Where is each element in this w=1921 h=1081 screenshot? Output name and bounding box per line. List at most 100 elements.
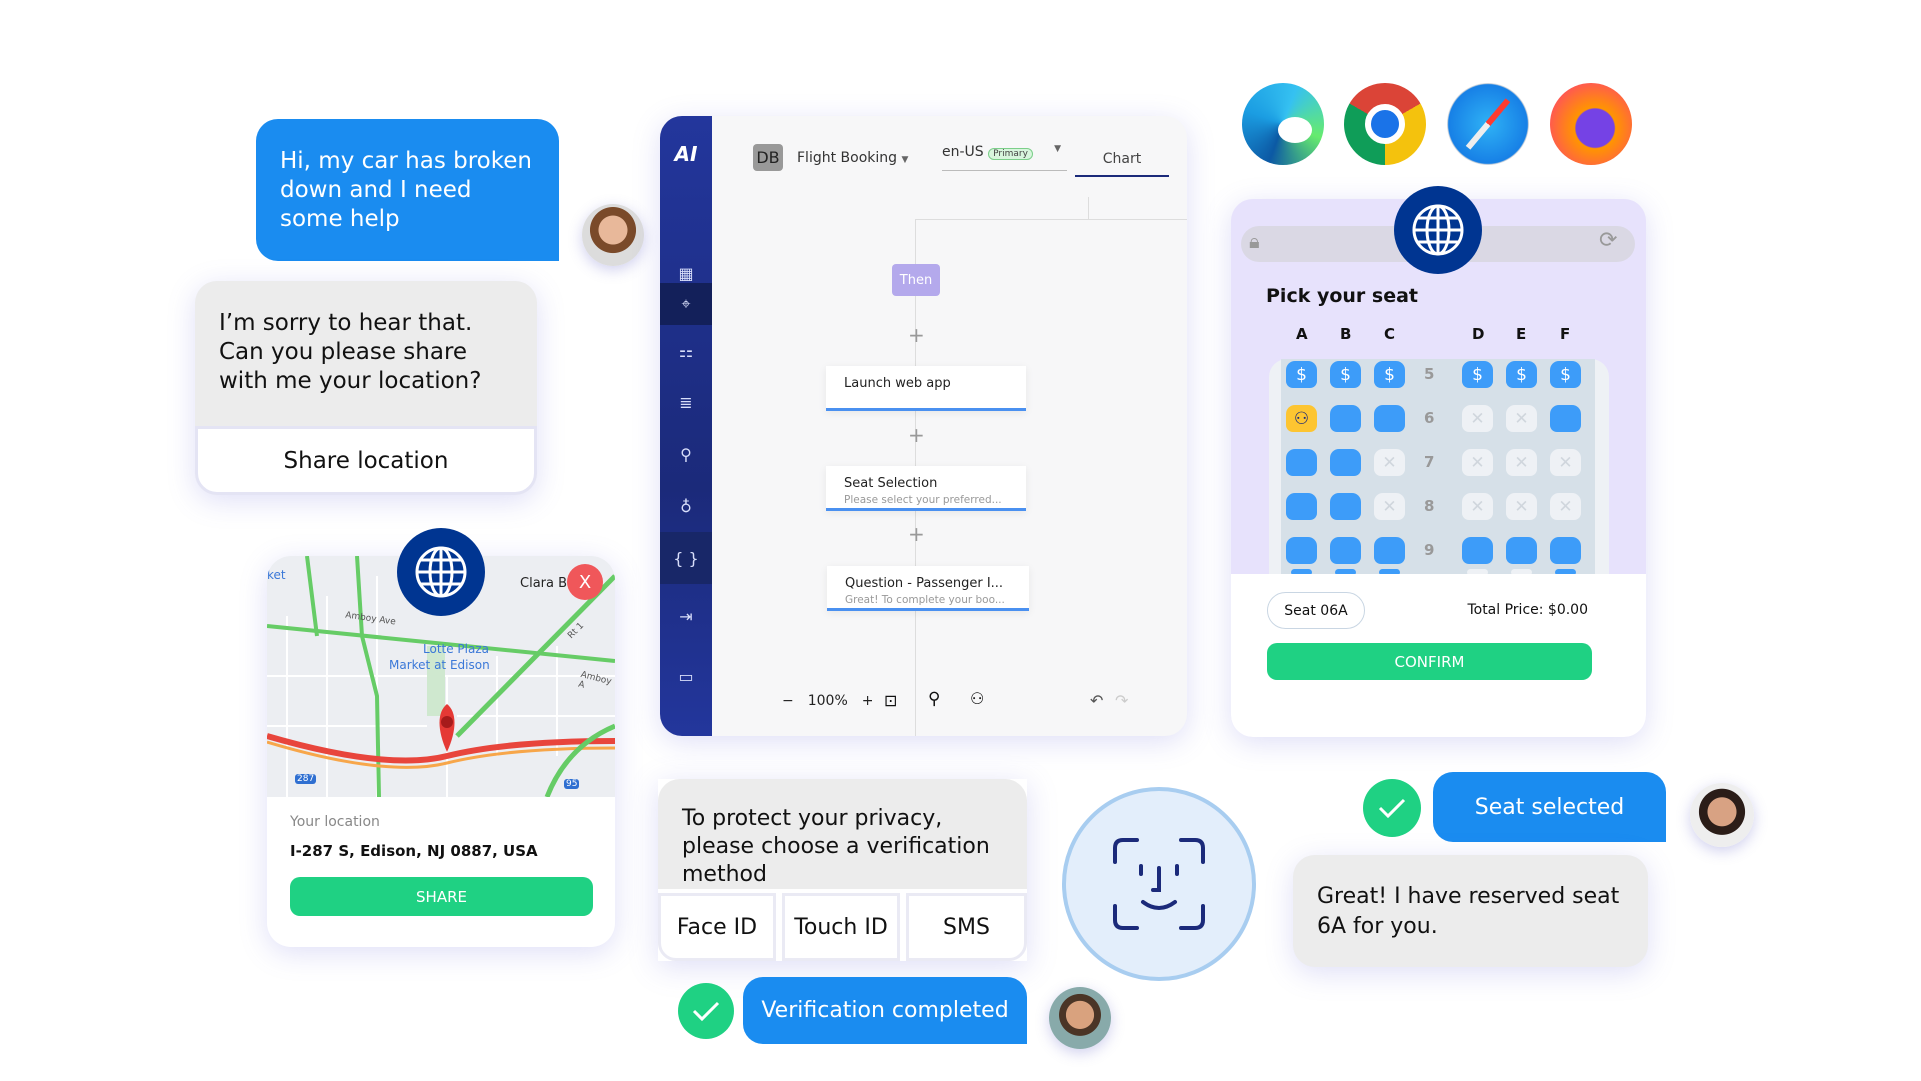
face-id-scanner — [1062, 787, 1256, 981]
check-icon — [678, 983, 734, 1039]
seat-picker-card: 🔒︎ ⟳ Pick your seat ABCDEF 5 $ $ $ $ $ $6 ⚇ ✕ ✕ 7 ✕… — [1231, 199, 1646, 737]
selected-seat-pill: Seat 06A — [1267, 592, 1365, 629]
seat-5D[interactable]: $ — [1462, 361, 1493, 388]
seat-6A[interactable]: ⚇ — [1286, 405, 1317, 432]
seat-9E[interactable] — [1506, 537, 1537, 564]
redo-icon[interactable]: ↷ — [1115, 691, 1128, 710]
add-step-icon[interactable]: + — [908, 323, 925, 347]
face-id-button[interactable]: Face ID — [658, 893, 776, 961]
search-icon[interactable]: ⚲ — [928, 689, 940, 709]
map-label-lotte: Lotte Plaza — [423, 642, 489, 656]
locale-value: en-US — [942, 144, 984, 160]
seat-5A[interactable]: $ — [1286, 361, 1317, 388]
globe-badge-seat — [1394, 186, 1482, 274]
seat-5E[interactable]: $ — [1506, 361, 1537, 388]
seat-8D: ✕ — [1462, 493, 1493, 520]
focus-icon[interactable]: ⊡ — [884, 691, 897, 710]
chrome-browser-icon — [1344, 83, 1426, 165]
map-label-95: 95 — [564, 779, 580, 789]
then-node[interactable]: Then — [892, 264, 940, 296]
tab-chart[interactable]: Chart — [1075, 144, 1169, 177]
hierarchy-icon[interactable]: ⚏ — [660, 325, 712, 377]
seat-5F[interactable]: $ — [1550, 361, 1581, 388]
chat-icon[interactable]: ▭ — [660, 650, 712, 702]
seat-6B[interactable] — [1330, 405, 1361, 432]
seat-8C: ✕ — [1374, 493, 1405, 520]
verification-card: To protect your privacy, please choose a… — [658, 779, 1027, 961]
seat-7A[interactable] — [1286, 449, 1317, 476]
app-logo: AI — [674, 142, 698, 166]
braces-icon[interactable]: { } — [660, 532, 712, 584]
map-label-287: 287 — [295, 774, 317, 784]
globe-icon — [415, 546, 467, 598]
globe-badge-map — [397, 528, 485, 616]
logout-icon[interactable]: ⇥ — [660, 590, 712, 642]
project-dropdown[interactable]: Flight Booking ▼ — [797, 150, 908, 166]
seat-footer: Seat 06A Total Price: $0.00 CONFIRM — [1231, 574, 1646, 737]
verification-prompt: To protect your privacy, please choose a… — [658, 779, 1027, 889]
seat-8A[interactable] — [1286, 493, 1317, 520]
seat-7C: ✕ — [1374, 449, 1405, 476]
seat-9F[interactable] — [1550, 537, 1581, 564]
user-avatar-woman — [582, 204, 644, 266]
add-step-icon[interactable]: + — [908, 423, 925, 447]
flow-node[interactable]: Launch web app — [826, 366, 1026, 411]
check-icon — [1363, 779, 1421, 837]
lightbulb-icon[interactable]: ♁ — [660, 480, 712, 532]
user-message-bubble: Hi, my car has broken down and I need so… — [256, 119, 559, 261]
pin-tool-icon[interactable]: ⌖ — [660, 283, 712, 325]
sms-button[interactable]: SMS — [906, 893, 1027, 961]
location-address: I-287 S, Edison, NJ 0887, USA — [290, 842, 538, 860]
seat-5B[interactable]: $ — [1330, 361, 1361, 388]
globe-icon — [1412, 204, 1464, 256]
row-number: 9 — [1424, 541, 1435, 559]
map-label-market-partial: ket — [267, 568, 286, 582]
plug-icon[interactable]: ⚲ — [660, 428, 712, 480]
user-avatar-woman-2 — [1690, 783, 1754, 847]
row-number: 7 — [1424, 453, 1435, 471]
location-label: Your location — [290, 814, 380, 830]
node-title: Seat Selection — [844, 476, 938, 491]
firefox-browser-icon — [1550, 83, 1632, 165]
node-subtitle: Please select your preferred... — [844, 494, 1002, 506]
seat-7D: ✕ — [1462, 449, 1493, 476]
project-name: Flight Booking — [797, 150, 898, 166]
seat-6F[interactable] — [1550, 405, 1581, 432]
seat-9A[interactable] — [1286, 537, 1317, 564]
close-map-button[interactable]: X — [567, 564, 603, 600]
flow-node[interactable]: Question - Passenger I... Great! To compl… — [827, 566, 1029, 611]
row-number: 8 — [1424, 497, 1435, 515]
seat-8B[interactable] — [1330, 493, 1361, 520]
row-number: 6 — [1424, 409, 1435, 427]
touch-id-button[interactable]: Touch ID — [782, 893, 900, 961]
voice-user-icon[interactable]: ⚇ — [970, 689, 984, 708]
share-location-button[interactable]: Share location — [195, 426, 537, 495]
node-title: Launch web app — [844, 376, 951, 391]
seat-6C[interactable] — [1374, 405, 1405, 432]
confirm-button[interactable]: CONFIRM — [1267, 643, 1592, 680]
zoom-out-button[interactable]: − — [782, 693, 794, 709]
seat-6D: ✕ — [1462, 405, 1493, 432]
share-button[interactable]: SHARE — [290, 877, 593, 916]
node-subtitle: Great! To complete your boo... — [845, 594, 1005, 606]
map-label-clara: Clara B — [520, 576, 568, 591]
verification-completed-bubble: Verification completed — [743, 977, 1027, 1044]
seat-9B[interactable] — [1330, 537, 1361, 564]
add-step-icon[interactable]: + — [908, 522, 925, 546]
undo-icon[interactable]: ↶ — [1090, 691, 1103, 710]
seat-5C[interactable]: $ — [1374, 361, 1405, 388]
bot-message: I’m sorry to hear that. Can you please s… — [219, 310, 482, 394]
list-icon[interactable]: ≣ — [660, 376, 712, 428]
zoom-controls: − 100% + — [782, 693, 874, 709]
flow-node[interactable]: Seat Selection Please select your preferr… — [826, 466, 1026, 511]
row-number: 5 — [1424, 365, 1435, 383]
chevron-down-icon: ▼ — [1054, 144, 1061, 154]
seat-9C[interactable] — [1374, 537, 1405, 564]
seat-9D[interactable] — [1462, 537, 1493, 564]
seat-7B[interactable] — [1330, 449, 1361, 476]
zoom-in-button[interactable]: + — [862, 693, 874, 709]
zoom-level: 100% — [807, 693, 848, 709]
locale-dropdown[interactable]: en-US Primary ▼ — [942, 144, 1067, 171]
seat-selected-bubble: Seat selected — [1433, 772, 1666, 842]
editor-sidebar: AI ▦ ⌖ ⚏ ≣ ⚲ ♁ { } ⇥ ▭ — [660, 116, 712, 736]
